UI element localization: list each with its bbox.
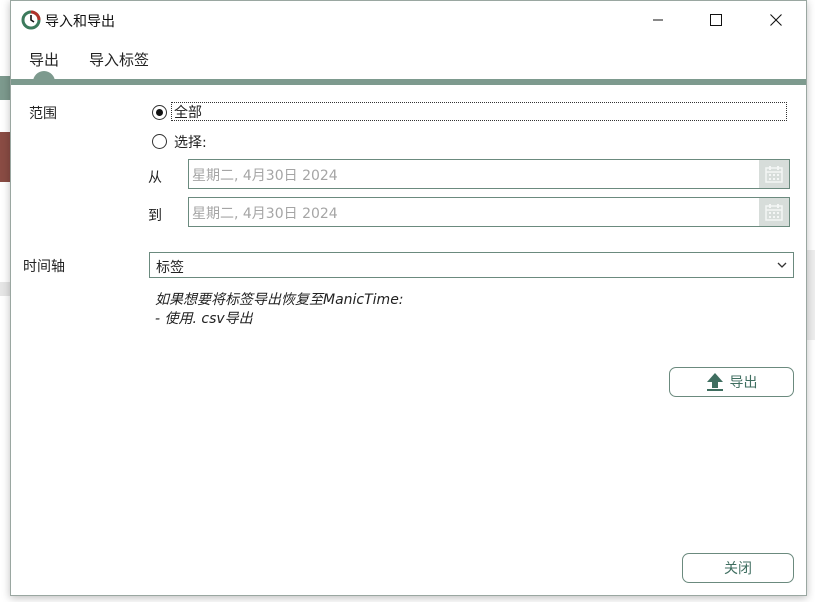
chevron-down-icon	[777, 262, 787, 268]
to-calendar-button[interactable]	[759, 198, 789, 226]
close-window-button[interactable]	[747, 1, 805, 39]
export-button-label: 导出	[729, 375, 758, 391]
focus-rectangle	[171, 102, 787, 121]
from-date-field[interactable]: 星期二, 4月30日 2024	[188, 159, 790, 189]
tab-divider	[11, 79, 806, 85]
close-button-label: 关闭	[724, 561, 752, 577]
to-date-value: 星期二, 4月30日 2024	[192, 206, 338, 222]
timeline-select[interactable]: 标签	[149, 252, 794, 278]
hint-line-2: - 使用. csv导出	[155, 311, 253, 327]
maximize-button[interactable]	[687, 1, 745, 39]
timeline-label: 时间轴	[23, 259, 65, 275]
close-button[interactable]: 关闭	[682, 553, 794, 583]
tab-import-tags[interactable]: 导入标签	[89, 49, 149, 70]
hint-line-1: 如果想要将标签导出恢复至ManicTime:	[155, 292, 404, 308]
export-button[interactable]: 导出	[669, 367, 794, 397]
maximize-icon	[710, 14, 722, 26]
timeline-selected-value: 标签	[156, 260, 184, 276]
radio-all[interactable]	[152, 105, 167, 120]
import-export-dialog: 导入和导出 导出 导入标签 范围 全部 选择: 从 星期二, 4月30日 202…	[10, 0, 807, 596]
tab-export[interactable]: 导出	[29, 49, 59, 70]
radio-select-label[interactable]: 选择:	[174, 132, 207, 152]
manictime-app-icon	[21, 10, 41, 30]
close-icon	[770, 14, 782, 26]
calendar-icon	[765, 204, 783, 221]
from-label: 从	[148, 170, 162, 186]
radio-all-label[interactable]: 全部	[174, 102, 202, 122]
to-label: 到	[148, 208, 162, 224]
title-bar: 导入和导出	[11, 1, 806, 39]
calendar-icon	[765, 166, 783, 183]
range-label: 范围	[29, 106, 57, 122]
from-date-value: 星期二, 4月30日 2024	[192, 168, 338, 184]
minimize-icon	[653, 19, 663, 21]
minimize-button[interactable]	[629, 1, 687, 39]
tab-bar: 导出 导入标签	[11, 47, 806, 79]
upload-icon	[706, 372, 724, 392]
from-calendar-button[interactable]	[759, 160, 789, 188]
to-date-field[interactable]: 星期二, 4月30日 2024	[188, 197, 790, 227]
window-title: 导入和导出	[45, 14, 115, 30]
radio-select[interactable]	[152, 134, 167, 149]
